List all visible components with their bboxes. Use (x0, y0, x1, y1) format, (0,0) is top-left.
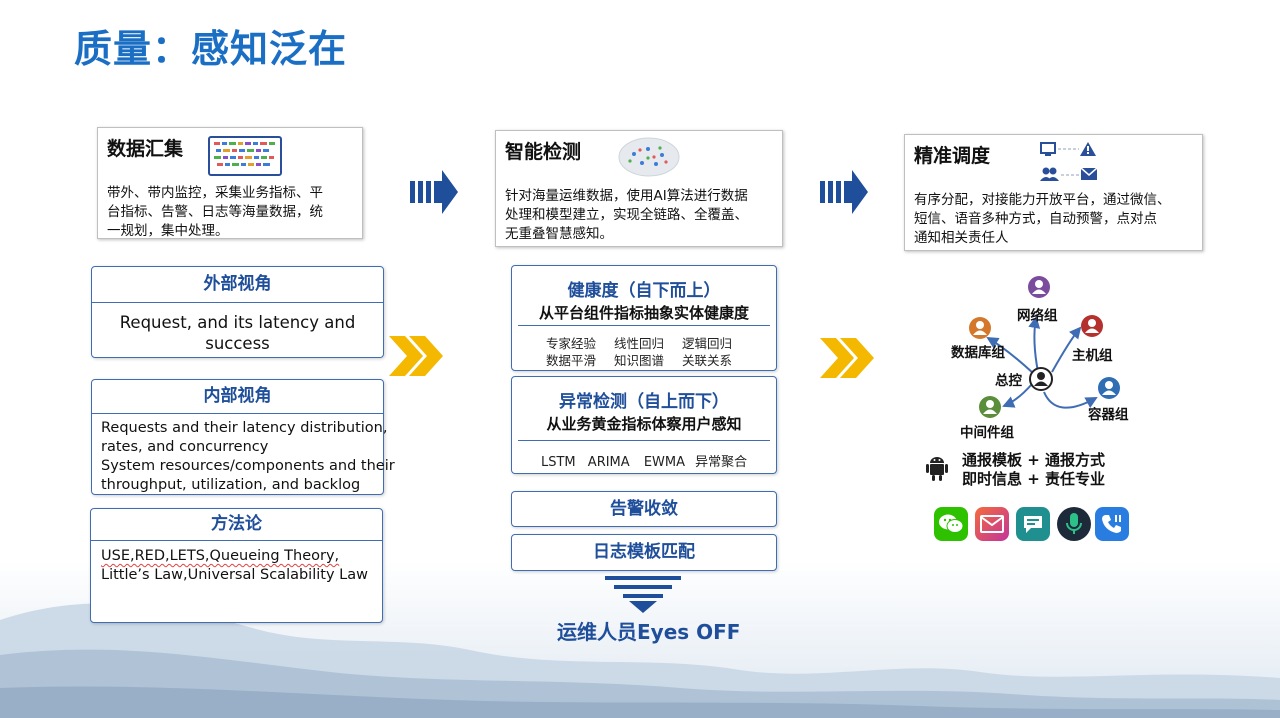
internal-perspective-text-line: Requests and their latency distribution, (101, 420, 388, 436)
intelligent-detection-text-line: 处理和模型建立，实现全链路、全覆盖、 (505, 207, 748, 223)
health-box: 健康度（自下而上） 从平台组件指标抽象实体健康度 专家经验 线性回归 逻辑回归 … (511, 265, 777, 371)
anomaly-subtitle: 从业务黄金指标体察用户感知 (546, 415, 742, 433)
anomaly-method: ARIMA (587, 455, 630, 470)
anomaly-method: EWMA (643, 455, 685, 470)
database-group-label: 数据库组 (951, 345, 1005, 361)
precise-dispatch-box: 精准调度 有序分配，对接能力开放平台，通过微信、 短信、语音多种方式，自动预警，… (904, 134, 1203, 251)
alarm-convergence-title: 告警收敛 (610, 499, 678, 519)
network-group-icon (1028, 276, 1050, 298)
phone-call-icon (1095, 507, 1129, 541)
right-arrow-icon (410, 170, 458, 214)
intelligent-detection-title: 智能检测 (505, 141, 582, 163)
internal-perspective-box: 内部视角 Requests and their latency distribu… (91, 379, 395, 495)
external-perspective-box: 外部视角 Request, and its latency and succes… (91, 266, 384, 358)
log-template-box: 日志模板匹配 (511, 534, 777, 571)
methodology-title: 方法论 (91, 509, 382, 541)
data-collection-text-line: 台指标、告警、日志等海量数据，统 (107, 204, 323, 220)
methodology-text-line: USE,RED,LETS,Queueing Theory, (101, 548, 340, 564)
data-collection-text-line: 带外、带内监控，采集业务指标、平 (107, 185, 323, 201)
health-method: 逻辑回归 (682, 336, 733, 351)
internal-perspective-text-line: rates, and concurrency (101, 439, 269, 455)
precise-dispatch-text-line: 有序分配，对接能力开放平台，通过微信、 (914, 192, 1171, 208)
anomaly-box: 异常检测（自上而下） 从业务黄金指标体察用户感知 LSTM ARIMA EWMA… (511, 376, 777, 474)
internal-perspective-text-line: System resources/components and their (101, 458, 395, 474)
network-group-label: 网络组 (1017, 308, 1058, 324)
internal-perspective-text-line: throughput, utilization, and backlog (101, 477, 361, 493)
center-control-icon (1029, 367, 1053, 391)
container-group-label: 容器组 (1088, 407, 1129, 423)
methodology-box: 方法论 USE,RED,LETS,Queueing Theory, Little… (90, 508, 383, 623)
wechat-icon (934, 507, 968, 541)
right-arrow-icon (820, 170, 868, 214)
data-collection-box: 数据汇集 带外、带内监控，采集业务指标、平 台指标、告警、日志等海量数据，统 一… (97, 127, 363, 239)
middleware-group-label: 中间件组 (960, 425, 1014, 441)
database-group-icon (969, 317, 991, 339)
ai-cloud-icon (618, 137, 680, 177)
notify-line: 即时信息 + 责任专业 (962, 470, 1106, 488)
dispatch-alert-icon (1040, 142, 1098, 181)
divider (518, 440, 770, 441)
intelligent-detection-box: 智能检测 针对海量运维数据，使用AI算法进行数据 处理和模型建立，实现全链路、全… (495, 130, 783, 247)
health-method: 线性回归 (614, 336, 665, 351)
data-screen-icon (208, 136, 282, 176)
host-group-icon (1081, 315, 1103, 337)
anomaly-title: 异常检测（自上而下） (559, 392, 729, 412)
anomaly-method: 异常聚合 (695, 455, 748, 470)
middleware-group-icon (979, 396, 1001, 418)
android-icon (926, 457, 948, 481)
external-perspective-text-line: success (205, 334, 270, 353)
data-collection-title: 数据汇集 (107, 138, 184, 160)
methodology-text-line: Little’s Law,Universal Scalability Law (101, 567, 368, 583)
data-collection-text-line: 一规划，集中处理。 (107, 223, 229, 239)
microphone-icon (1057, 507, 1091, 541)
log-template-title: 日志模板匹配 (593, 542, 695, 562)
health-title: 健康度（自下而上） (567, 281, 721, 301)
precise-dispatch-text-line: 短信、语音多种方式，自动预警，点对点 (914, 211, 1157, 227)
external-perspective-title: 外部视角 (92, 267, 383, 303)
health-method: 关联关系 (682, 353, 733, 368)
health-method: 数据平滑 (546, 353, 597, 368)
host-group-label: 主机组 (1072, 348, 1113, 364)
page-title: 质量：感知泛在 (74, 27, 348, 71)
divider (518, 325, 770, 326)
chevron-right-icon (389, 336, 443, 376)
container-group-icon (1098, 377, 1120, 399)
health-method: 知识图谱 (614, 353, 665, 368)
external-perspective-text-line: Request, and its latency and (119, 313, 356, 332)
center-control-label: 总控 (995, 373, 1022, 389)
internal-perspective-title: 内部视角 (92, 380, 383, 414)
notify-line: 通报模板 + 通报方式 (962, 451, 1106, 469)
chevron-right-icon (820, 338, 874, 378)
intelligent-detection-text-line: 针对海量运维数据，使用AI算法进行数据 (505, 188, 748, 204)
eyes-off-label: 运维人员Eyes OFF (557, 620, 741, 644)
anomaly-method: LSTM (541, 455, 576, 470)
mail-icon (975, 507, 1009, 541)
health-method: 专家经验 (546, 336, 597, 351)
alarm-convergence-box: 告警收敛 (511, 491, 777, 527)
message-icon (1016, 507, 1050, 541)
intelligent-detection-text-line: 无重叠智慧感知。 (505, 226, 613, 242)
funnel-down-icon (605, 576, 681, 613)
precise-dispatch-title: 精准调度 (914, 145, 991, 167)
precise-dispatch-text-line: 通知相关责任人 (914, 230, 1009, 246)
health-subtitle: 从平台组件指标抽象实体健康度 (538, 304, 749, 322)
